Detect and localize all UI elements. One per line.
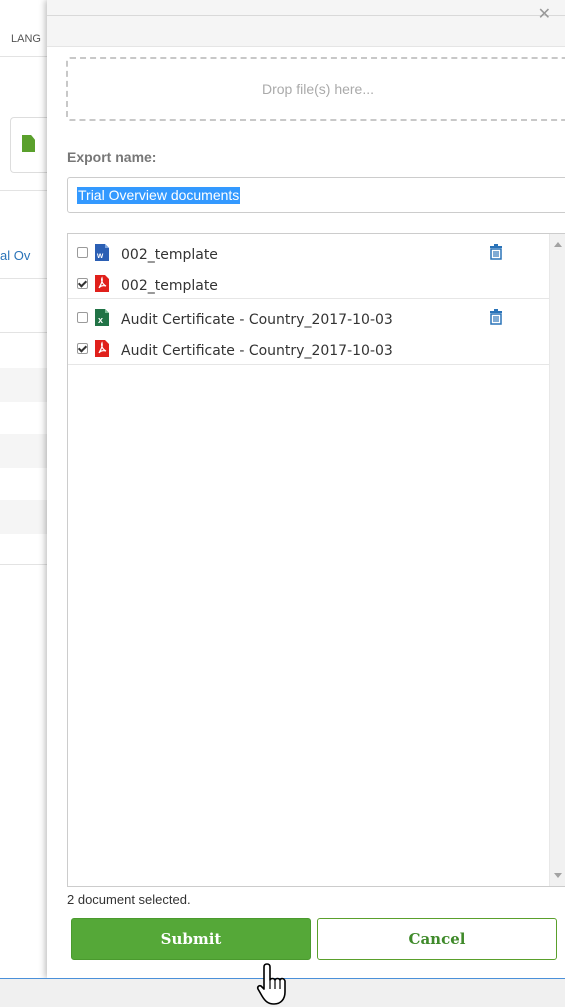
close-icon[interactable]: ✕	[538, 4, 551, 23]
document-group: x Audit Certificate - Country_2017-10-03	[68, 298, 550, 365]
svg-text:w: w	[96, 251, 104, 260]
background-document-tab[interactable]	[10, 117, 47, 173]
scroll-up-arrow-icon[interactable]	[554, 242, 562, 247]
document-name: Audit Certificate - Country_2017-10-03	[121, 343, 393, 359]
hand-pointer-cursor-icon	[256, 963, 286, 1005]
trash-icon[interactable]	[489, 309, 503, 325]
list-item[interactable]: x Audit Certificate - Country_2017-10-03	[77, 308, 537, 330]
scroll-down-arrow-icon[interactable]	[554, 873, 562, 878]
export-name-input[interactable]: Trial Overview documents	[67, 177, 565, 213]
svg-text:x: x	[98, 315, 103, 325]
document-icon	[22, 135, 35, 152]
header-divider	[47, 15, 565, 16]
pdf-file-icon	[95, 340, 109, 357]
export-dialog: ✕ Drop file(s) here... Export name: Tria…	[47, 0, 565, 978]
document-name: 002_template	[121, 247, 218, 263]
list-item[interactable]: 002_template	[77, 274, 537, 296]
document-checkbox[interactable]	[77, 343, 88, 354]
pdf-file-icon	[95, 275, 109, 292]
export-name-label: Export name:	[67, 149, 157, 165]
selected-count-text: 2 document selected.	[67, 892, 191, 907]
document-group: w 002_template 002_template	[68, 234, 550, 299]
document-name: 002_template	[121, 278, 218, 294]
document-name: Audit Certificate - Country_2017-10-03	[121, 312, 393, 328]
submit-button[interactable]: Submit	[71, 918, 311, 960]
document-checkbox[interactable]	[77, 278, 88, 289]
cancel-button[interactable]: Cancel	[317, 918, 557, 960]
document-checkbox[interactable]	[77, 247, 88, 258]
document-checkbox[interactable]	[77, 312, 88, 323]
trash-icon[interactable]	[489, 244, 503, 260]
dropzone-label: Drop file(s) here...	[261, 81, 375, 97]
file-dropzone[interactable]: Drop file(s) here...	[66, 57, 565, 121]
language-menu-label[interactable]: LANG	[11, 33, 41, 45]
background-trial-link[interactable]: al Ov	[0, 248, 30, 263]
list-scrollbar[interactable]	[549, 234, 565, 886]
export-name-value: Trial Overview documents	[77, 187, 241, 204]
list-item[interactable]: Audit Certificate - Country_2017-10-03	[77, 339, 537, 361]
dialog-header: ✕	[47, 0, 565, 47]
document-list[interactable]: w 002_template 002_template x Audit Cert…	[67, 233, 565, 887]
list-item[interactable]: w 002_template	[77, 243, 537, 265]
word-file-icon: w	[95, 244, 109, 261]
excel-file-icon: x	[95, 309, 109, 326]
